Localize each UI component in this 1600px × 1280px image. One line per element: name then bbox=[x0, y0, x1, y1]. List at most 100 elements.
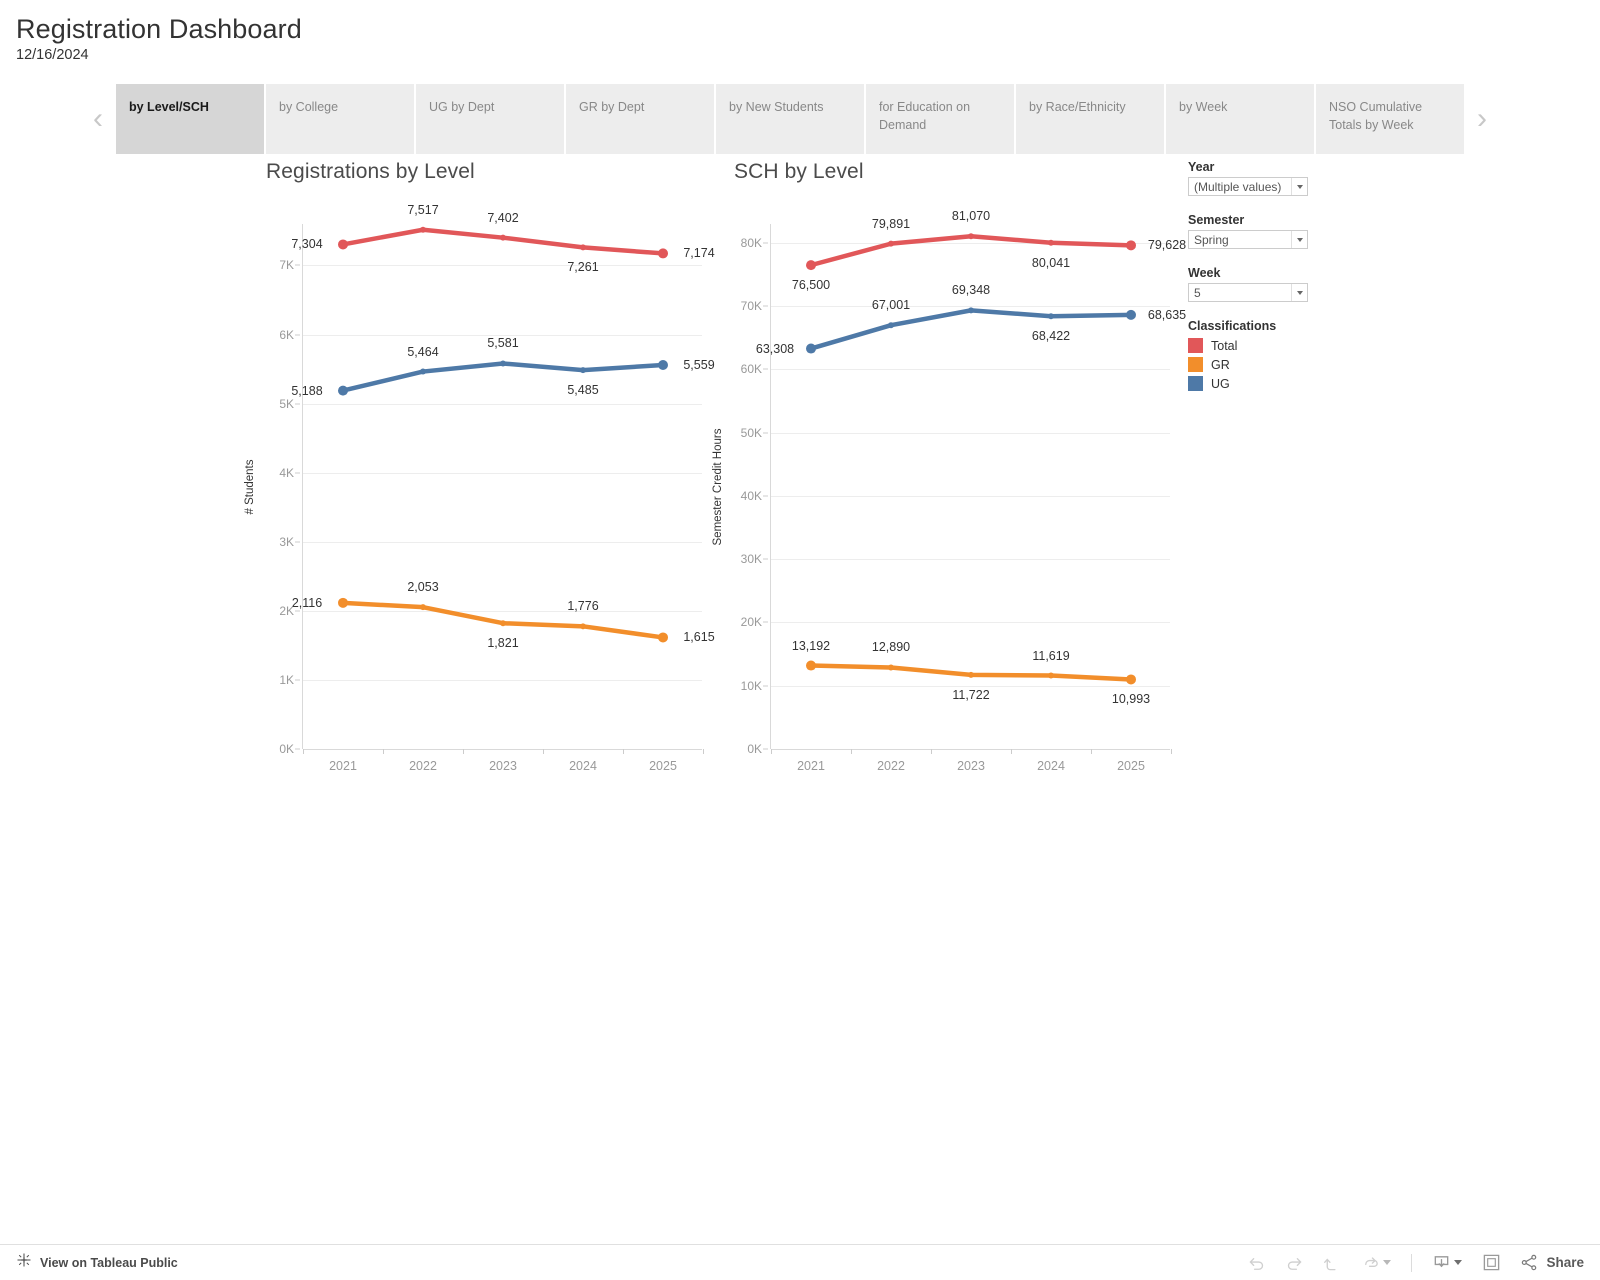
legend-item-ug[interactable]: UG bbox=[1188, 376, 1358, 391]
data-point[interactable] bbox=[888, 664, 894, 671]
fullscreen-button[interactable] bbox=[1474, 1248, 1508, 1278]
data-label: 5,559 bbox=[683, 357, 715, 372]
tab-ug-by-dept[interactable]: UG by Dept bbox=[416, 84, 564, 154]
filter-week-select[interactable]: 5 bbox=[1188, 283, 1308, 302]
data-label: 67,001 bbox=[871, 298, 911, 313]
refresh-button[interactable] bbox=[1353, 1248, 1399, 1278]
chevron-down-icon[interactable] bbox=[1291, 284, 1307, 301]
data-point[interactable] bbox=[968, 307, 974, 314]
tabs-next-arrow-icon[interactable]: › bbox=[1464, 84, 1500, 154]
filter-panel: Year (Multiple values) Semester Spring W… bbox=[1188, 160, 1358, 395]
chevron-down-icon[interactable] bbox=[1291, 231, 1307, 248]
viz-sch-by-level: SCH by Level Semester Credit Hours 0K 10K 2… bbox=[712, 160, 1186, 789]
data-label: 69,348 bbox=[951, 283, 991, 298]
viz-registrations-by-level: Registrations by Level # Students 0K 1K 2K 3… bbox=[244, 160, 715, 789]
tab-label: GR by Dept bbox=[579, 100, 645, 114]
y-axis-tick-mark bbox=[763, 368, 768, 370]
tab-label: for Education on Demand bbox=[879, 100, 971, 133]
data-point[interactable] bbox=[580, 367, 586, 374]
chevron-down-icon[interactable] bbox=[1291, 178, 1307, 195]
filter-year-select[interactable]: (Multiple values) bbox=[1188, 177, 1308, 196]
data-label: 11,619 bbox=[1032, 648, 1070, 663]
share-button[interactable]: Share bbox=[1512, 1253, 1584, 1272]
tab-label: by Race/Ethnicity bbox=[1029, 100, 1126, 114]
undo-button[interactable] bbox=[1239, 1248, 1273, 1278]
tableau-logo-icon bbox=[16, 1252, 32, 1273]
share-label: Share bbox=[1546, 1255, 1584, 1270]
y-axis-tick-mark bbox=[763, 305, 768, 307]
filter-week: Week 5 bbox=[1188, 266, 1358, 302]
tab-by-week[interactable]: by Week bbox=[1166, 84, 1314, 154]
data-label: 7,174 bbox=[683, 246, 715, 261]
data-point[interactable] bbox=[1048, 313, 1054, 320]
filter-semester-select[interactable]: Spring bbox=[1188, 230, 1308, 249]
data-point[interactable] bbox=[500, 234, 506, 241]
y-axis-tick-label: 30K bbox=[740, 552, 762, 567]
tab-strip: ‹ by Level/SCH by College UG by Dept GR by … bbox=[80, 84, 1500, 154]
revert-button[interactable] bbox=[1315, 1248, 1349, 1278]
chevron-down-icon[interactable] bbox=[1454, 1260, 1463, 1265]
data-label: 63,308 bbox=[755, 341, 795, 356]
data-label: 76,500 bbox=[791, 278, 831, 293]
y-axis-tick-label: 70K bbox=[740, 299, 762, 314]
tab-gr-by-dept[interactable]: GR by Dept bbox=[566, 84, 714, 154]
data-point[interactable] bbox=[500, 620, 506, 627]
data-point[interactable] bbox=[500, 360, 506, 367]
series-lines bbox=[338, 226, 668, 643]
legend-item-total[interactable]: Total bbox=[1188, 338, 1358, 353]
bottom-toolbar: View on Tableau Public Share bbox=[0, 1244, 1600, 1280]
x-axis-tick-label: 2022 bbox=[409, 759, 437, 773]
tab-by-level-sch[interactable]: by Level/SCH bbox=[116, 84, 264, 154]
x-axis-tick-mark bbox=[1091, 749, 1092, 754]
data-label: 80,041 bbox=[1031, 255, 1071, 270]
tabs-prev-arrow-icon[interactable]: ‹ bbox=[80, 84, 116, 154]
data-point[interactable] bbox=[338, 385, 348, 396]
y-axis-tick-label: 10K bbox=[740, 678, 762, 693]
tableau-public-link[interactable]: View on Tableau Public bbox=[16, 1252, 178, 1273]
data-point[interactable] bbox=[338, 239, 348, 250]
data-point[interactable] bbox=[658, 632, 668, 643]
data-point[interactable] bbox=[968, 233, 974, 240]
legend-items: Total GR UG bbox=[1188, 338, 1358, 391]
tab-label: by Week bbox=[1179, 100, 1228, 114]
x-axis-tick-mark bbox=[543, 749, 544, 754]
y-axis-tick-mark bbox=[763, 621, 768, 623]
data-point[interactable] bbox=[968, 671, 974, 678]
tab-by-race-ethnicity[interactable]: by Race/Ethnicity bbox=[1016, 84, 1164, 154]
data-point[interactable] bbox=[1126, 309, 1136, 320]
data-point[interactable] bbox=[420, 368, 426, 375]
y-axis-tick-label: 6K bbox=[279, 327, 294, 342]
data-point[interactable] bbox=[1126, 674, 1136, 685]
redo-button[interactable] bbox=[1277, 1248, 1311, 1278]
data-point[interactable] bbox=[806, 660, 816, 671]
tab-nso-cumulative-totals-by-week[interactable]: NSO Cumulative Totals by Week bbox=[1316, 84, 1464, 154]
chevron-down-icon[interactable] bbox=[1383, 1260, 1392, 1265]
x-axis-tick-mark bbox=[623, 749, 624, 754]
data-label: 10,993 bbox=[1111, 692, 1151, 707]
data-point[interactable] bbox=[658, 248, 668, 259]
filter-semester-value: Spring bbox=[1194, 233, 1229, 247]
data-point[interactable] bbox=[888, 322, 894, 329]
data-point[interactable] bbox=[806, 260, 816, 271]
y-axis-tick-label: 40K bbox=[740, 488, 762, 503]
data-point[interactable] bbox=[888, 240, 894, 247]
data-point[interactable] bbox=[580, 244, 586, 251]
data-point[interactable] bbox=[806, 343, 816, 354]
tab-by-college[interactable]: by College bbox=[266, 84, 414, 154]
data-point[interactable] bbox=[338, 597, 348, 608]
data-point[interactable] bbox=[1126, 240, 1136, 251]
data-point[interactable] bbox=[420, 604, 426, 611]
y-axis-tick-mark bbox=[763, 242, 768, 244]
data-point[interactable] bbox=[420, 226, 426, 233]
tab-for-education-on-demand[interactable]: for Education on Demand bbox=[866, 84, 1014, 154]
data-point[interactable] bbox=[658, 359, 668, 370]
x-axis-tick-mark bbox=[303, 749, 304, 754]
data-point[interactable] bbox=[1048, 239, 1054, 246]
legend-item-label: GR bbox=[1211, 357, 1230, 372]
legend-item-gr[interactable]: GR bbox=[1188, 357, 1358, 372]
data-point[interactable] bbox=[1048, 672, 1054, 679]
download-button[interactable] bbox=[1424, 1248, 1470, 1278]
y-axis-tick-mark bbox=[295, 472, 300, 474]
tab-by-new-students[interactable]: by New Students bbox=[716, 84, 864, 154]
data-point[interactable] bbox=[580, 623, 586, 630]
